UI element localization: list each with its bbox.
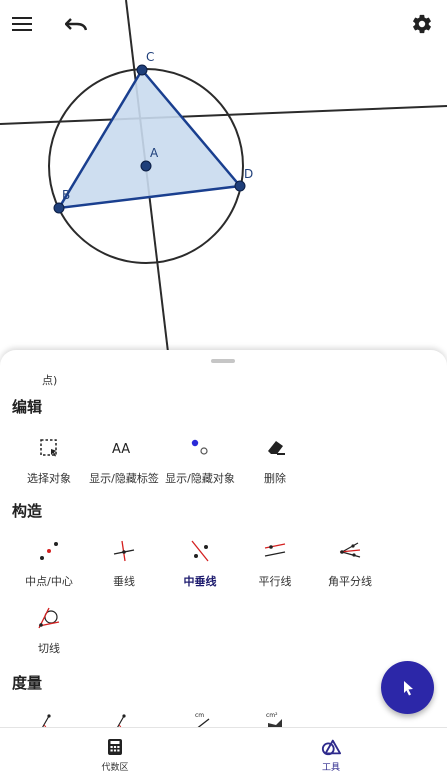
- undo-button[interactable]: [60, 8, 92, 40]
- section-title-edit: 编辑: [12, 398, 43, 416]
- tool-show-hide-label[interactable]: AA 显示/隐藏标签: [86, 432, 162, 492]
- nav-algebra-label: 代数区: [101, 763, 129, 773]
- nav-tools[interactable]: 工具: [286, 728, 376, 775]
- tools-shapes-icon: [321, 739, 341, 756]
- point-b-label: B: [62, 188, 70, 202]
- tool-label: 选择对象: [27, 472, 71, 485]
- angle-bisector-icon: [339, 542, 361, 558]
- menu-button[interactable]: [6, 8, 38, 40]
- point-c-label: C: [146, 50, 154, 64]
- previous-section-tail-label: 点): [42, 374, 58, 387]
- tools-panel: 点) 编辑 选择对象 AA 显示/隐藏标签 显示/隐藏对象 删除 构造 中点/中…: [0, 350, 447, 775]
- tool-tangent[interactable]: 切线: [11, 602, 87, 662]
- geometry-canvas[interactable]: A B C D: [0, 0, 447, 360]
- svg-text:cm: cm: [195, 712, 204, 719]
- bottom-navigation: 代数区 工具: [0, 727, 447, 775]
- perpendicular-line-icon: [113, 540, 135, 562]
- tool-perpendicular-bisector[interactable]: 中垂线: [162, 535, 238, 595]
- tool-label: 切线: [38, 642, 60, 655]
- point-d[interactable]: [234, 180, 246, 192]
- nav-algebra[interactable]: 代数区: [70, 728, 160, 775]
- midpoint-icon: [40, 542, 58, 560]
- point-d-label: D: [244, 167, 253, 181]
- point-a[interactable]: [140, 160, 152, 172]
- tool-label: 垂线: [113, 575, 135, 588]
- svg-text:AA: AA: [112, 442, 130, 457]
- perpendicular-bisector-icon: [191, 540, 209, 562]
- tool-midpoint[interactable]: 中点/中心: [11, 535, 87, 595]
- tool-parallel[interactable]: 平行线: [237, 535, 313, 595]
- tool-label: 中点/中心: [25, 575, 73, 588]
- nav-tools-label: 工具: [321, 763, 340, 773]
- tool-delete[interactable]: 删除: [237, 432, 313, 492]
- section-title-measure: 度量: [12, 674, 43, 692]
- tool-angle-bisector[interactable]: 角平分线: [312, 535, 388, 595]
- settings-button[interactable]: [406, 8, 438, 40]
- point-a-label: A: [150, 146, 159, 160]
- eraser-icon: [268, 441, 285, 455]
- show-hide-label-icon: AA: [112, 442, 130, 457]
- tool-label: 角平分线: [328, 575, 372, 588]
- hamburger-menu-icon: [12, 17, 32, 31]
- undo-icon: [65, 18, 87, 31]
- point-c[interactable]: [136, 64, 148, 76]
- point-b[interactable]: [53, 202, 65, 214]
- tangent-icon: [38, 607, 60, 629]
- graphics-view[interactable]: A B C D: [0, 0, 447, 360]
- tool-show-hide-object[interactable]: 显示/隐藏对象: [162, 432, 238, 492]
- panel-drag-handle[interactable]: [211, 359, 235, 363]
- tool-label: 显示/隐藏对象: [165, 472, 235, 485]
- tool-select[interactable]: 选择对象: [11, 432, 87, 492]
- gear-icon: [413, 14, 431, 34]
- calculator-icon: [108, 739, 122, 755]
- tool-label: 平行线: [258, 575, 292, 588]
- tool-label: 删除: [264, 472, 286, 485]
- tool-perpendicular[interactable]: 垂线: [86, 535, 162, 595]
- section-title-construct: 构造: [12, 502, 43, 520]
- cursor-arrow-icon: [403, 680, 413, 695]
- move-tool-fab[interactable]: [381, 661, 434, 714]
- show-hide-object-icon: [191, 439, 208, 455]
- parallel-line-icon: [264, 543, 286, 557]
- tool-label: 显示/隐藏标签: [89, 472, 159, 485]
- tool-label: 中垂线: [183, 575, 217, 588]
- svg-text:cm²: cm²: [266, 712, 278, 719]
- select-objects-icon: [40, 439, 57, 457]
